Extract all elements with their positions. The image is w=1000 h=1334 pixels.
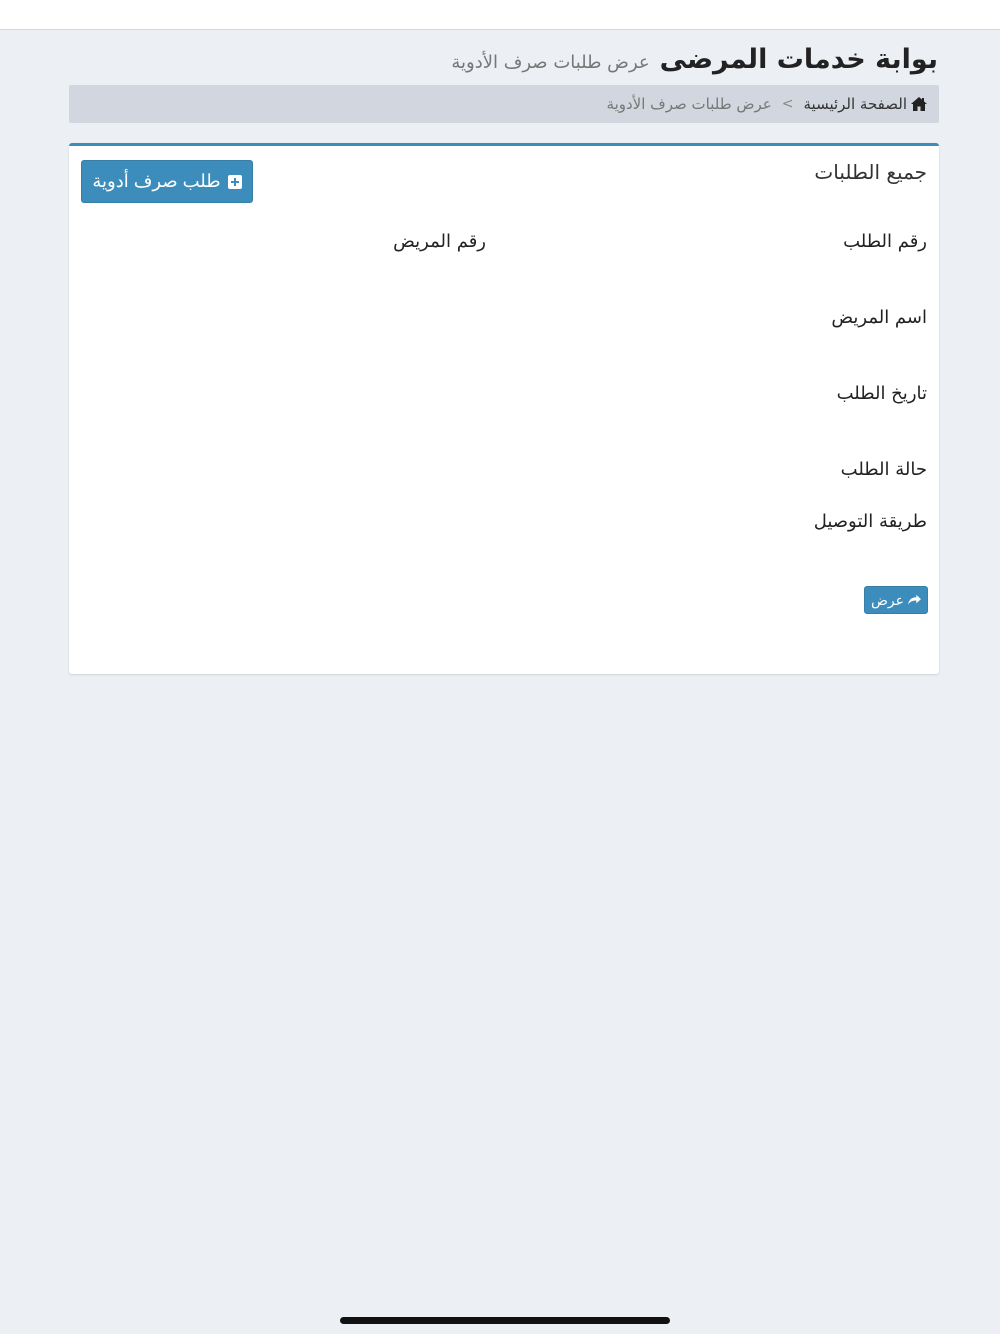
order-number-label: رقم الطلب <box>843 231 927 252</box>
home-icon <box>911 97 927 111</box>
box-title: جميع الطلبات <box>814 160 927 184</box>
order-status-label: حالة الطلب <box>840 459 927 480</box>
delivery-method-label: طريقة التوصيل <box>813 511 927 532</box>
new-medication-request-button[interactable]: طلب صرف أدوية <box>81 160 253 203</box>
view-order-label: عرض <box>871 591 905 608</box>
share-arrow-icon <box>908 594 921 605</box>
breadcrumb-home-link[interactable]: الصفحة الرئيسية <box>803 95 927 113</box>
breadcrumb-separator: > <box>781 96 794 112</box>
new-medication-request-label: طلب صرف أدوية <box>92 171 221 191</box>
order-date-label: تاريخ الطلب <box>836 383 927 404</box>
top-bar <box>0 0 1000 30</box>
breadcrumb-current: عرض طلبات صرف الأدوية <box>606 95 772 113</box>
patient-name-label: اسم المريض <box>831 307 927 328</box>
page-subtitle: عرض طلبات صرف الأدوية <box>451 52 650 73</box>
breadcrumb: الصفحة الرئيسية > عرض طلبات صرف الأدوية <box>69 85 939 123</box>
view-order-button[interactable]: عرض <box>864 586 928 614</box>
patient-number-label: رقم المريض <box>393 231 486 252</box>
orders-box: جميع الطلبات طلب صرف أدوية رقم الطلب رقم… <box>69 143 939 674</box>
plus-square-icon <box>227 174 242 189</box>
breadcrumb-home-label: الصفحة الرئيسية <box>803 95 908 113</box>
content-header: بوابة خدمات المرضى عرض طلبات صرف الأدوية <box>62 44 938 84</box>
home-indicator <box>340 1317 670 1324</box>
page-title: بوابة خدمات المرضى <box>659 44 938 75</box>
